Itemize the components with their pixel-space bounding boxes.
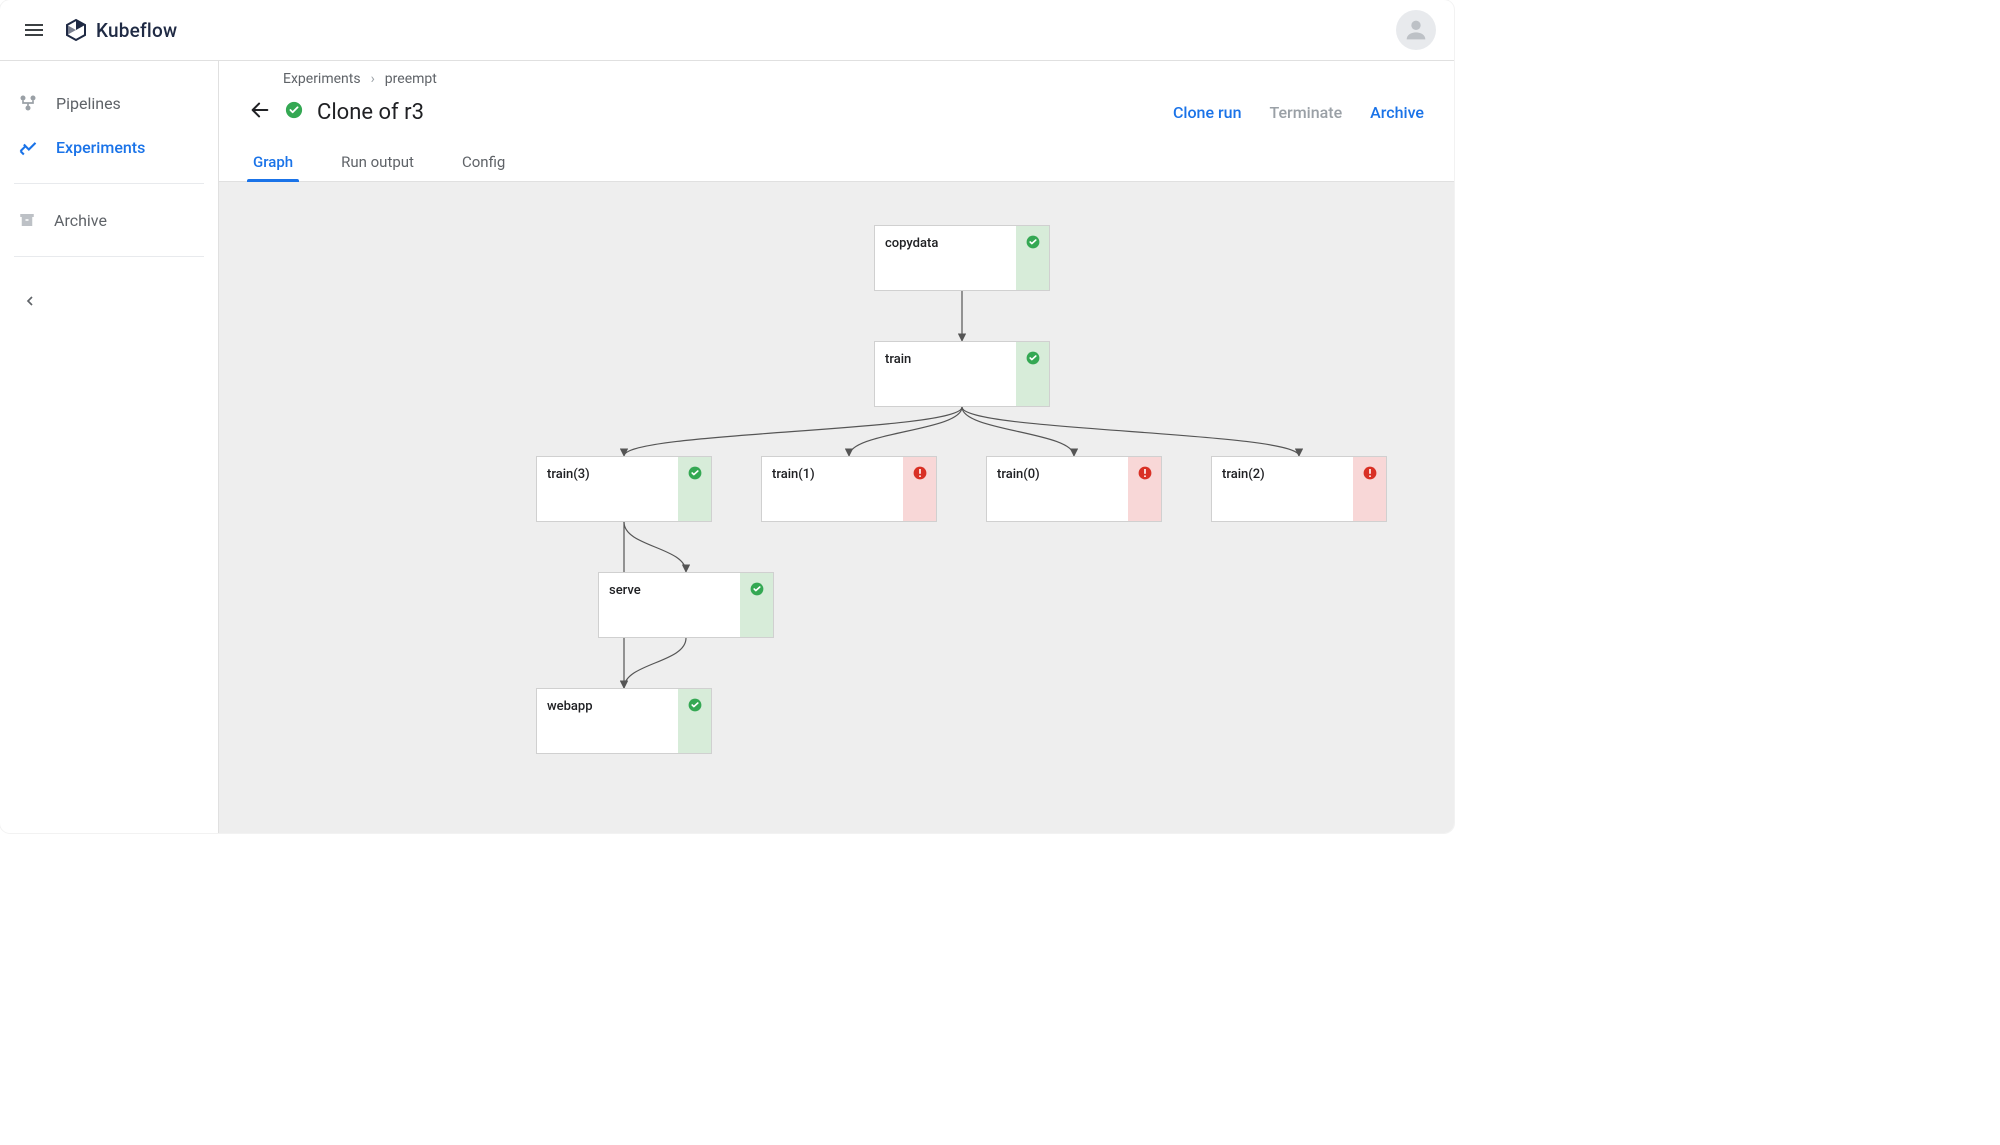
tab-config[interactable]: Config — [458, 143, 509, 181]
pipelines-icon — [18, 93, 38, 113]
graph-node-label: copydata — [875, 226, 1016, 290]
sidebar-item-label: Archive — [54, 211, 107, 230]
graph-node-label: serve — [599, 573, 740, 637]
sidebar-item-archive[interactable]: Archive — [0, 198, 218, 242]
graph-node-train1[interactable]: train(1) — [761, 456, 937, 522]
error-status — [1353, 457, 1386, 521]
topbar: Kubeflow — [0, 0, 1454, 61]
error-status — [1128, 457, 1161, 521]
sidebar-item-label: Experiments — [56, 138, 145, 157]
check-circle-icon — [749, 581, 765, 597]
check-circle-icon — [1025, 234, 1041, 250]
check-circle-icon — [687, 465, 703, 481]
success-status — [678, 457, 711, 521]
graph-node-train3[interactable]: train(3) — [536, 456, 712, 522]
success-status — [1016, 342, 1049, 406]
graph-node-label: train — [875, 342, 1016, 406]
graph-node-train[interactable]: train — [874, 341, 1050, 407]
sidebar-item-label: Pipelines — [56, 94, 121, 113]
graph-node-copydata[interactable]: copydata — [874, 225, 1050, 291]
app-name: Kubeflow — [96, 19, 177, 42]
graph-node-label: webapp — [537, 689, 678, 753]
error-status — [903, 457, 936, 521]
success-status — [1016, 226, 1049, 290]
hamburger-icon — [22, 18, 46, 42]
sidebar-divider — [14, 256, 204, 257]
chevron-left-icon — [22, 293, 38, 309]
sidebar-item-pipelines[interactable]: Pipelines — [0, 81, 218, 125]
sidebar-collapse-button[interactable] — [10, 281, 50, 321]
success-status — [678, 689, 711, 753]
back-button[interactable] — [249, 99, 271, 125]
tab-graph[interactable]: Graph — [249, 143, 297, 181]
user-icon — [1402, 16, 1430, 44]
graph-node-label: train(3) — [537, 457, 678, 521]
graph-canvas[interactable]: copydata train train(3) train(1) train(0) tra… — [219, 182, 1454, 833]
arrow-left-icon — [249, 99, 271, 121]
app-logo[interactable]: Kubeflow — [64, 18, 177, 42]
check-circle-icon — [285, 101, 303, 119]
graph-node-train2[interactable]: train(2) — [1211, 456, 1387, 522]
experiments-icon — [18, 137, 38, 157]
page-title: Clone of r3 — [317, 100, 424, 125]
archive-icon — [18, 211, 36, 229]
graph-node-label: train(1) — [762, 457, 903, 521]
chevron-right-icon: › — [371, 71, 375, 87]
check-circle-icon — [687, 697, 703, 713]
terminate-button: Terminate — [1269, 103, 1342, 122]
success-status — [740, 573, 773, 637]
clone-run-button[interactable]: Clone run — [1173, 103, 1242, 122]
error-circle-icon — [912, 465, 928, 481]
breadcrumb: Experiments › preempt — [249, 71, 1424, 87]
user-avatar[interactable] — [1396, 10, 1436, 50]
graph-node-label: train(2) — [1212, 457, 1353, 521]
check-circle-icon — [1025, 350, 1041, 366]
graph-node-label: train(0) — [987, 457, 1128, 521]
archive-button[interactable]: Archive — [1370, 103, 1424, 122]
error-circle-icon — [1362, 465, 1378, 481]
breadcrumb-root[interactable]: Experiments — [283, 71, 361, 87]
sidebar-divider — [14, 183, 204, 184]
error-circle-icon — [1137, 465, 1153, 481]
menu-button[interactable] — [14, 10, 54, 50]
run-status-icon — [285, 101, 303, 123]
tabs: Graph Run output Config — [219, 143, 1454, 182]
graph-node-serve[interactable]: serve — [598, 572, 774, 638]
kubeflow-logo-icon — [64, 18, 88, 42]
sidebar-item-experiments[interactable]: Experiments — [0, 125, 218, 169]
graph-node-webapp[interactable]: webapp — [536, 688, 712, 754]
graph-node-train0[interactable]: train(0) — [986, 456, 1162, 522]
sidebar: Pipelines Experiments Archive — [0, 61, 219, 833]
breadcrumb-leaf[interactable]: preempt — [385, 71, 437, 87]
tab-run-output[interactable]: Run output — [337, 143, 418, 181]
